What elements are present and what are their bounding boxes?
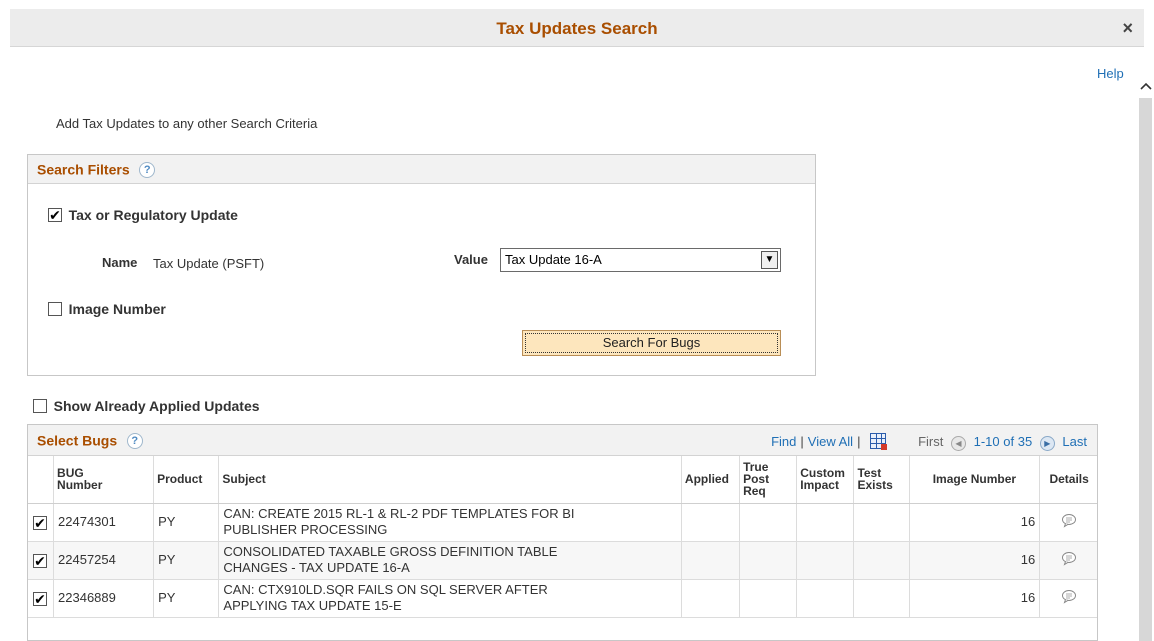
intro-text: Add Tax Updates to any other Search Crit… (56, 116, 318, 131)
search-filters-header: Search Filters ? (28, 155, 815, 184)
product-cell: PY (153, 503, 219, 542)
search-filters-title: Search Filters (37, 161, 130, 178)
image-number-cell: 16 (908, 579, 1040, 618)
dropdown-arrow-icon[interactable]: ▼ (761, 251, 778, 269)
select-bugs-grid: Select Bugs ? Find | View All | First ◀ 1-1… (27, 424, 1098, 641)
name-value: Tax Update (PSFT) (153, 256, 265, 271)
previous-arrow-icon: ◀ (951, 436, 966, 451)
details-chat-icon[interactable] (1061, 589, 1077, 604)
true-post-req-cell (739, 541, 797, 580)
table-header-row: BUG Number Product Subject Applied True Po… (28, 456, 1097, 504)
test-exists-cell (853, 503, 910, 542)
value-selected-text: Tax Update 16-A (505, 252, 602, 267)
bugs-table: BUG Number Product Subject Applied True Po… (28, 456, 1097, 618)
excel-download-icon[interactable] (870, 433, 888, 450)
name-label: Name (102, 255, 138, 270)
true-post-req-header[interactable]: True Post Req (739, 456, 797, 504)
bug-number-cell: 22457254 (53, 541, 154, 580)
image-number-checkbox[interactable] (48, 301, 62, 316)
tax-update-label: Tax or Regulatory Update (68, 206, 238, 223)
subject-header[interactable]: Subject (218, 456, 682, 504)
custom-impact-cell (796, 541, 854, 580)
table-row: ✔ 22474301 PY CAN: CREATE 2015 RL-1 & RL… (28, 503, 1097, 542)
product-cell: PY (153, 541, 219, 580)
test-exists-cell (853, 579, 910, 618)
value-label: Value (454, 252, 488, 267)
image-number-cell: 16 (908, 503, 1040, 542)
custom-impact-cell (796, 503, 854, 542)
subject-cell: CONSOLIDATED TAXABLE GROSS DEFINITION TA… (218, 541, 682, 580)
row-select-cell[interactable]: ✔ (28, 579, 54, 618)
row-select-checkbox[interactable]: ✔ (33, 515, 47, 530)
image-number-header[interactable]: Image Number (908, 456, 1040, 504)
scrollbar-track[interactable] (1139, 98, 1152, 641)
first-label: First (918, 434, 944, 449)
dialog-titlebar: Tax Updates Search × (10, 9, 1144, 47)
value-select[interactable]: Tax Update 16-A ▼ (500, 248, 781, 272)
details-cell[interactable] (1039, 579, 1097, 618)
applied-cell (680, 541, 740, 580)
select-column-header (28, 456, 54, 504)
subject-cell: CAN: CTX910LD.SQR FAILS ON SQL SERVER AF… (218, 579, 682, 618)
bug-number-header[interactable]: BUG Number (53, 456, 154, 504)
product-header[interactable]: Product (153, 456, 219, 504)
show-applied-option[interactable]: Show Already Applied Updates (33, 397, 260, 414)
vertical-scrollbar[interactable] (1137, 78, 1154, 641)
details-header: Details (1039, 456, 1097, 504)
details-chat-icon[interactable] (1061, 551, 1077, 566)
test-exists-cell (853, 541, 910, 580)
next-arrow-icon[interactable]: ▶ (1039, 436, 1055, 451)
bug-number-cell: 22474301 (53, 503, 154, 542)
details-cell[interactable] (1039, 541, 1097, 580)
close-icon[interactable]: × (1122, 19, 1133, 37)
row-select-cell[interactable]: ✔ (28, 541, 54, 580)
true-post-req-cell (739, 503, 797, 542)
search-for-bugs-button[interactable]: Search For Bugs (522, 330, 781, 356)
row-range: 1-10 of 35 (973, 434, 1033, 449)
true-post-req-cell (739, 579, 797, 618)
help-icon[interactable]: ? (126, 432, 143, 449)
custom-impact-header[interactable]: Custom Impact (796, 456, 854, 504)
image-number-option[interactable]: Image Number (48, 300, 166, 317)
help-icon[interactable]: ? (139, 161, 156, 178)
product-cell: PY (153, 579, 219, 618)
table-row: ✔ 22457254 PY CONSOLIDATED TAXABLE GROSS… (28, 541, 1097, 580)
custom-impact-cell (796, 579, 854, 618)
last-link[interactable]: Last (1062, 434, 1087, 449)
row-select-checkbox[interactable]: ✔ (33, 591, 47, 606)
separator: | (800, 434, 804, 449)
tax-update-checkbox[interactable]: ✔ (48, 207, 62, 222)
chevron-up-icon[interactable] (1137, 78, 1154, 96)
row-select-cell[interactable]: ✔ (28, 503, 54, 542)
table-row: ✔ 22346889 PY CAN: CTX910LD.SQR FAILS ON… (28, 579, 1097, 618)
help-link[interactable]: Help (1097, 66, 1124, 81)
select-bugs-title: Select Bugs (37, 432, 118, 449)
find-link[interactable]: Find (771, 434, 796, 449)
select-bugs-header: Select Bugs ? Find | View All | First ◀ 1-1… (28, 425, 1097, 456)
separator: | (857, 434, 861, 449)
dialog-title: Tax Updates Search (496, 19, 658, 38)
tax-update-option[interactable]: ✔ Tax or Regulatory Update (48, 206, 238, 223)
search-filters-panel: Search Filters ? ✔ Tax or Regulatory Upd… (27, 154, 816, 376)
details-cell[interactable] (1039, 503, 1097, 542)
image-number-cell: 16 (908, 541, 1040, 580)
row-select-checkbox[interactable]: ✔ (33, 553, 47, 568)
grid-navigation: Find | View All | First ◀ 1-10 of 35 ▶ Last (771, 433, 1087, 451)
applied-cell (680, 503, 740, 542)
applied-header[interactable]: Applied (680, 456, 740, 504)
details-chat-icon[interactable] (1061, 513, 1077, 528)
image-number-label: Image Number (68, 300, 166, 317)
subject-cell: CAN: CREATE 2015 RL-1 & RL-2 PDF TEMPLAT… (218, 503, 682, 542)
show-applied-checkbox[interactable] (33, 398, 47, 413)
applied-cell (680, 579, 740, 618)
view-all-link[interactable]: View All (808, 434, 853, 449)
show-applied-label: Show Already Applied Updates (53, 397, 260, 414)
bug-number-cell: 22346889 (53, 579, 154, 618)
test-exists-header[interactable]: Test Exists (853, 456, 910, 504)
